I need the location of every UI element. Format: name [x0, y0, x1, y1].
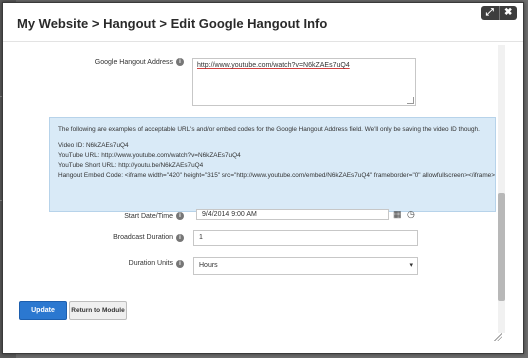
start-datetime-input[interactable]: 9/4/2014 9:00 AM	[196, 209, 389, 220]
expand-icon[interactable]: ⤢	[481, 6, 499, 20]
modal-header: My Website > Hangout > Edit Google Hango…	[3, 3, 523, 42]
info-intro: The following are examples of acceptable…	[58, 126, 480, 133]
start-datetime-label: Start Date/Time	[124, 213, 173, 220]
start-help-icon[interactable]: i	[176, 212, 184, 220]
address-label: Google Hangout Address	[94, 59, 173, 66]
window-controls: ⤢ ✖	[481, 6, 517, 20]
info-embed-code: Hangout Embed Code: <iframe width="420" …	[58, 172, 495, 179]
address-help-icon[interactable]: i	[176, 58, 184, 66]
info-video-id: Video ID: N6kZAEs7uQ4	[58, 142, 129, 149]
return-to-module-button[interactable]: Return to Module	[69, 301, 127, 320]
calendar-icon[interactable]: ▦	[393, 210, 402, 219]
update-button[interactable]: Update	[19, 301, 67, 320]
duration-units-value: Hours	[199, 262, 218, 269]
duration-units-select[interactable]: Hours ▾	[193, 257, 418, 275]
duration-help-icon[interactable]: i	[176, 234, 184, 242]
info-youtube-short-url: YouTube Short URL: http://youtu.be/N6kZA…	[58, 162, 204, 169]
duration-label: Broadcast Duration	[113, 234, 173, 241]
info-youtube-url: YouTube URL: http://www.youtube.com/watc…	[58, 152, 241, 159]
resize-corner-icon[interactable]	[492, 331, 502, 341]
modal-title: My Website > Hangout > Edit Google Hango…	[17, 16, 328, 31]
units-help-icon[interactable]: i	[176, 260, 184, 268]
modal-body: Google Hangout Address i http://www.yout…	[3, 42, 523, 332]
duration-input[interactable]: 1	[193, 230, 418, 246]
edit-hangout-modal: My Website > Hangout > Edit Google Hango…	[2, 2, 524, 354]
units-label: Duration Units	[128, 260, 173, 267]
address-examples-info: The following are examples of acceptable…	[49, 117, 496, 212]
resize-grip-icon[interactable]	[407, 97, 414, 104]
chevron-down-icon: ▾	[409, 262, 413, 269]
hangout-address-field[interactable]: http://www.youtube.com/watch?v=N6kZAEs7u…	[192, 58, 416, 106]
scrollbar-thumb[interactable]	[498, 193, 505, 301]
clock-icon[interactable]: ◷	[407, 210, 416, 219]
hangout-address-value: http://www.youtube.com/watch?v=N6kZAEs7u…	[197, 62, 350, 69]
close-icon[interactable]: ✖	[498, 6, 518, 20]
